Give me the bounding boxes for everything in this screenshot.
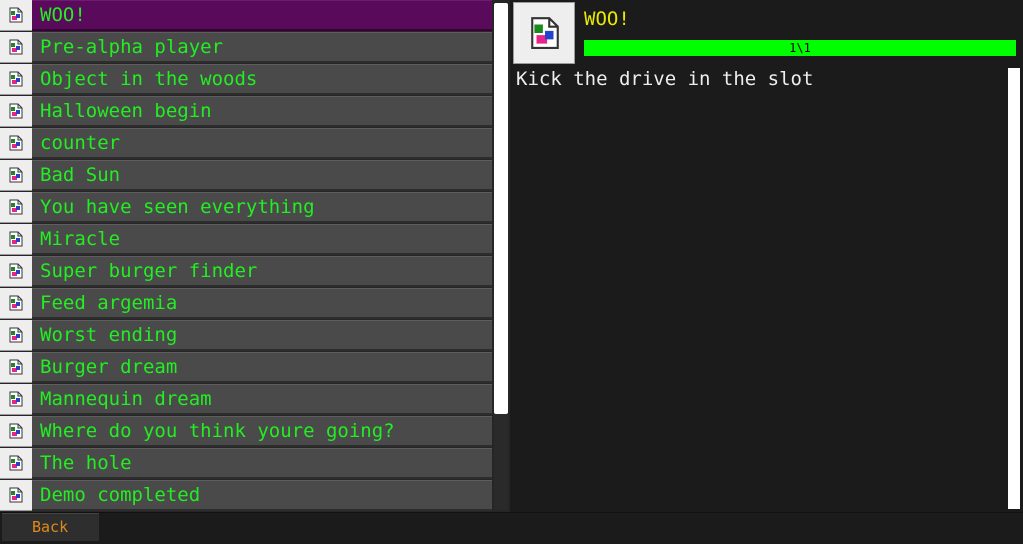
description-scrollbar[interactable] — [1008, 68, 1020, 509]
broken-image-icon — [9, 455, 23, 471]
achievement-row[interactable]: Halloween begin — [0, 96, 492, 127]
achievement-label: Worst ending — [32, 320, 492, 351]
bottom-bar — [0, 512, 1023, 544]
achievement-row[interactable]: The hole — [0, 448, 492, 479]
achievement-label: Object in the woods — [32, 64, 492, 95]
achievement-icon-frame — [0, 416, 32, 447]
achievement-row[interactable]: counter — [0, 128, 492, 159]
achievement-progress-bar: 1\1 — [584, 40, 1016, 56]
achievement-icon-frame — [0, 288, 32, 319]
achievement-icon-frame — [0, 96, 32, 127]
achievement-row[interactable]: Miracle — [0, 224, 492, 255]
broken-image-icon — [9, 263, 23, 279]
achievement-label: Miracle — [32, 224, 492, 255]
achievement-label: Demo completed — [32, 480, 492, 511]
achievement-label: The hole — [32, 448, 492, 479]
achievement-row[interactable]: Bad Sun — [0, 160, 492, 191]
achievement-label: Where do you think youre going? — [32, 416, 492, 447]
achievement-label: Pre-alpha player — [32, 32, 492, 63]
achievement-label: Bad Sun — [32, 160, 492, 191]
back-button[interactable]: Back — [2, 513, 99, 541]
achievement-title: WOO! — [584, 8, 630, 30]
broken-image-icon — [9, 231, 23, 247]
achievement-row[interactable]: Object in the woods — [0, 64, 492, 95]
broken-image-icon — [9, 39, 23, 55]
achievement-row[interactable]: Worst ending — [0, 320, 492, 351]
achievement-row[interactable]: Pre-alpha player — [0, 32, 492, 63]
broken-image-icon — [9, 199, 23, 215]
list-scrollbar-thumb[interactable] — [494, 3, 508, 414]
broken-image-icon — [9, 327, 23, 343]
list-scrollbar-track[interactable] — [494, 414, 508, 510]
broken-image-icon — [531, 17, 559, 49]
broken-image-icon — [9, 295, 23, 311]
achievement-icon-frame — [0, 192, 32, 223]
detail-icon-frame — [513, 2, 575, 64]
broken-image-icon — [9, 391, 23, 407]
broken-image-icon — [9, 103, 23, 119]
achievement-row[interactable]: Mannequin dream — [0, 384, 492, 415]
achievement-label: Burger dream — [32, 352, 492, 383]
achievement-label: Super burger finder — [32, 256, 492, 287]
description-box — [512, 66, 1006, 510]
progress-text: 1\1 — [789, 41, 811, 55]
achievement-icon-frame — [0, 224, 32, 255]
achievement-row[interactable]: WOO! — [0, 0, 492, 31]
achievement-row[interactable]: Where do you think youre going? — [0, 416, 492, 447]
achievement-label: Feed argemia — [32, 288, 492, 319]
achievement-label: counter — [32, 128, 492, 159]
achievement-icon-frame — [0, 480, 32, 511]
broken-image-icon — [9, 423, 23, 439]
achievement-icon-frame — [0, 320, 32, 351]
broken-image-icon — [9, 71, 23, 87]
achievement-label: You have seen everything — [32, 192, 492, 223]
achievement-row[interactable]: Demo completed — [0, 480, 492, 511]
achievement-label: Halloween begin — [32, 96, 492, 127]
broken-image-icon — [9, 135, 23, 151]
achievement-icon-frame — [0, 352, 32, 383]
achievement-icon-frame — [0, 128, 32, 159]
achievement-icon-frame — [0, 32, 32, 63]
achievement-label: WOO! — [32, 0, 492, 31]
broken-image-icon — [9, 487, 23, 503]
achievement-description: Kick the drive in the slot — [516, 68, 814, 90]
broken-image-icon — [9, 359, 23, 375]
achievement-list: WOO! Pre-alpha player Object in the woods H… — [0, 0, 510, 512]
achievement-icon-frame — [0, 384, 32, 415]
achievement-row[interactable]: Feed argemia — [0, 288, 492, 319]
achievement-icon-frame — [0, 160, 32, 191]
achievement-icon-frame — [0, 256, 32, 287]
achievement-icon-frame — [0, 0, 32, 31]
achievement-label: Mannequin dream — [32, 384, 492, 415]
achievement-row[interactable]: Super burger finder — [0, 256, 492, 287]
achievement-icon-frame — [0, 64, 32, 95]
achievement-row[interactable]: Burger dream — [0, 352, 492, 383]
achievement-icon-frame — [0, 448, 32, 479]
broken-image-icon — [9, 7, 23, 23]
broken-image-icon — [9, 167, 23, 183]
achievement-row[interactable]: You have seen everything — [0, 192, 492, 223]
